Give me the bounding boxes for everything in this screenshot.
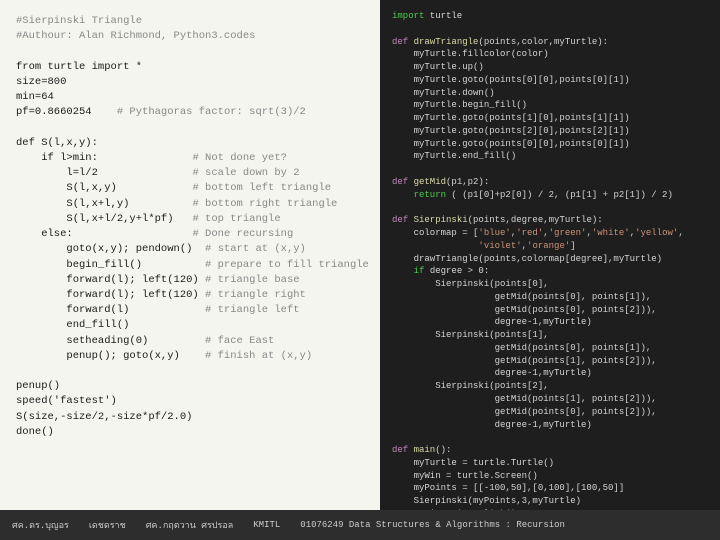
status-item-3: ศค.กฤตวาน ศรปรอล [146, 518, 234, 532]
status-item-5: 01076249 Data Structures & Algorithms : … [300, 520, 565, 530]
left-panel: #Sierpinski Triangle #Authour: Alan Rich… [0, 0, 380, 510]
left-code: #Sierpinski Triangle #Authour: Alan Rich… [16, 14, 364, 440]
status-item-1: ศค.ดร.บุญอร [12, 518, 69, 532]
right-code: import turtle def drawTriangle(points,co… [392, 10, 708, 510]
status-item-4: KMITL [253, 520, 280, 530]
status-item-2: เดชดราช [89, 518, 126, 532]
status-bar: ศค.ดร.บุญอร เดชดราช ศค.กฤตวาน ศรปรอล KMI… [0, 510, 720, 540]
right-panel: import turtle def drawTriangle(points,co… [380, 0, 720, 510]
